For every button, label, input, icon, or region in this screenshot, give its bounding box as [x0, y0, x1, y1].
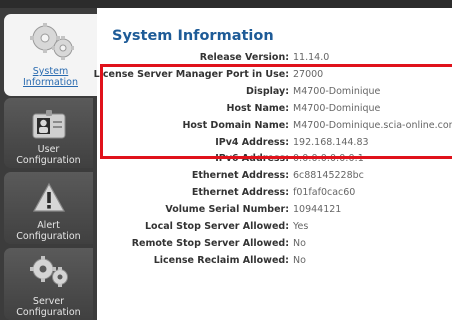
info-label: Release Version:: [199, 52, 289, 63]
info-label: Local Stop Server Allowed:: [144, 221, 289, 232]
sidebar-item-user-configuration[interactable]: User Configuration: [4, 98, 93, 168]
info-row: Ethernet Address: 6c88145228bc: [97, 169, 452, 183]
main-content: System Information Release Version: 11.14…: [94, 8, 452, 320]
sidebar-item-label-line1: System: [32, 66, 69, 77]
sidebar-item-label-line1: Server: [32, 296, 65, 307]
sidebar-item-system-information[interactable]: System Information: [4, 14, 97, 96]
info-row: Release Version: 11.14.0: [97, 51, 452, 65]
server-gears-icon: [29, 256, 68, 287]
warning-icon: [32, 182, 65, 212]
info-label: Ethernet Address:: [191, 187, 289, 199]
info-row: Remote Stop Server Allowed: No: [97, 237, 452, 251]
info-value: 11.14.0: [293, 52, 330, 63]
info-value: 6c88145228bc: [293, 170, 364, 182]
info-label: Ethernet Address:: [191, 170, 289, 182]
sidebar-item-label-line2: Configuration: [16, 155, 81, 166]
sidebar-item-label-line2: Configuration: [16, 231, 81, 242]
sidebar: System Information User Configuration Al…: [0, 8, 97, 320]
info-value: Yes: [293, 221, 309, 232]
top-bar: [0, 0, 452, 8]
info-label: Volume Serial Number:: [165, 204, 289, 216]
info-label: License Reclaim Allowed:: [153, 254, 289, 266]
info-value: No: [293, 254, 306, 266]
gears-icon: [29, 23, 74, 60]
info-row: Local Stop Server Allowed: Yes: [97, 220, 452, 234]
sidebar-item-server-configuration[interactable]: Server Configuration: [4, 248, 93, 320]
sidebar-item-label-line1: User: [37, 144, 60, 155]
info-label: Remote Stop Server Allowed:: [131, 237, 289, 249]
info-value: No: [293, 237, 306, 249]
info-row: License Reclaim Allowed: No: [97, 254, 452, 268]
sidebar-item-alert-configuration[interactable]: Alert Configuration: [4, 172, 93, 244]
sidebar-item-label-line1: Alert: [37, 220, 60, 231]
sidebar-item-label-line2: Information: [23, 77, 78, 88]
info-value: 10944121: [293, 204, 342, 216]
id-badge-icon: [32, 110, 65, 139]
info-value: f01faf0cac60: [293, 187, 356, 199]
highlight-box: [100, 64, 452, 159]
page-title: System Information: [112, 28, 274, 44]
sidebar-item-label-line2: Configuration: [16, 307, 81, 318]
info-row: Ethernet Address: f01faf0cac60: [97, 186, 452, 200]
info-row: Volume Serial Number: 10944121: [97, 203, 452, 217]
